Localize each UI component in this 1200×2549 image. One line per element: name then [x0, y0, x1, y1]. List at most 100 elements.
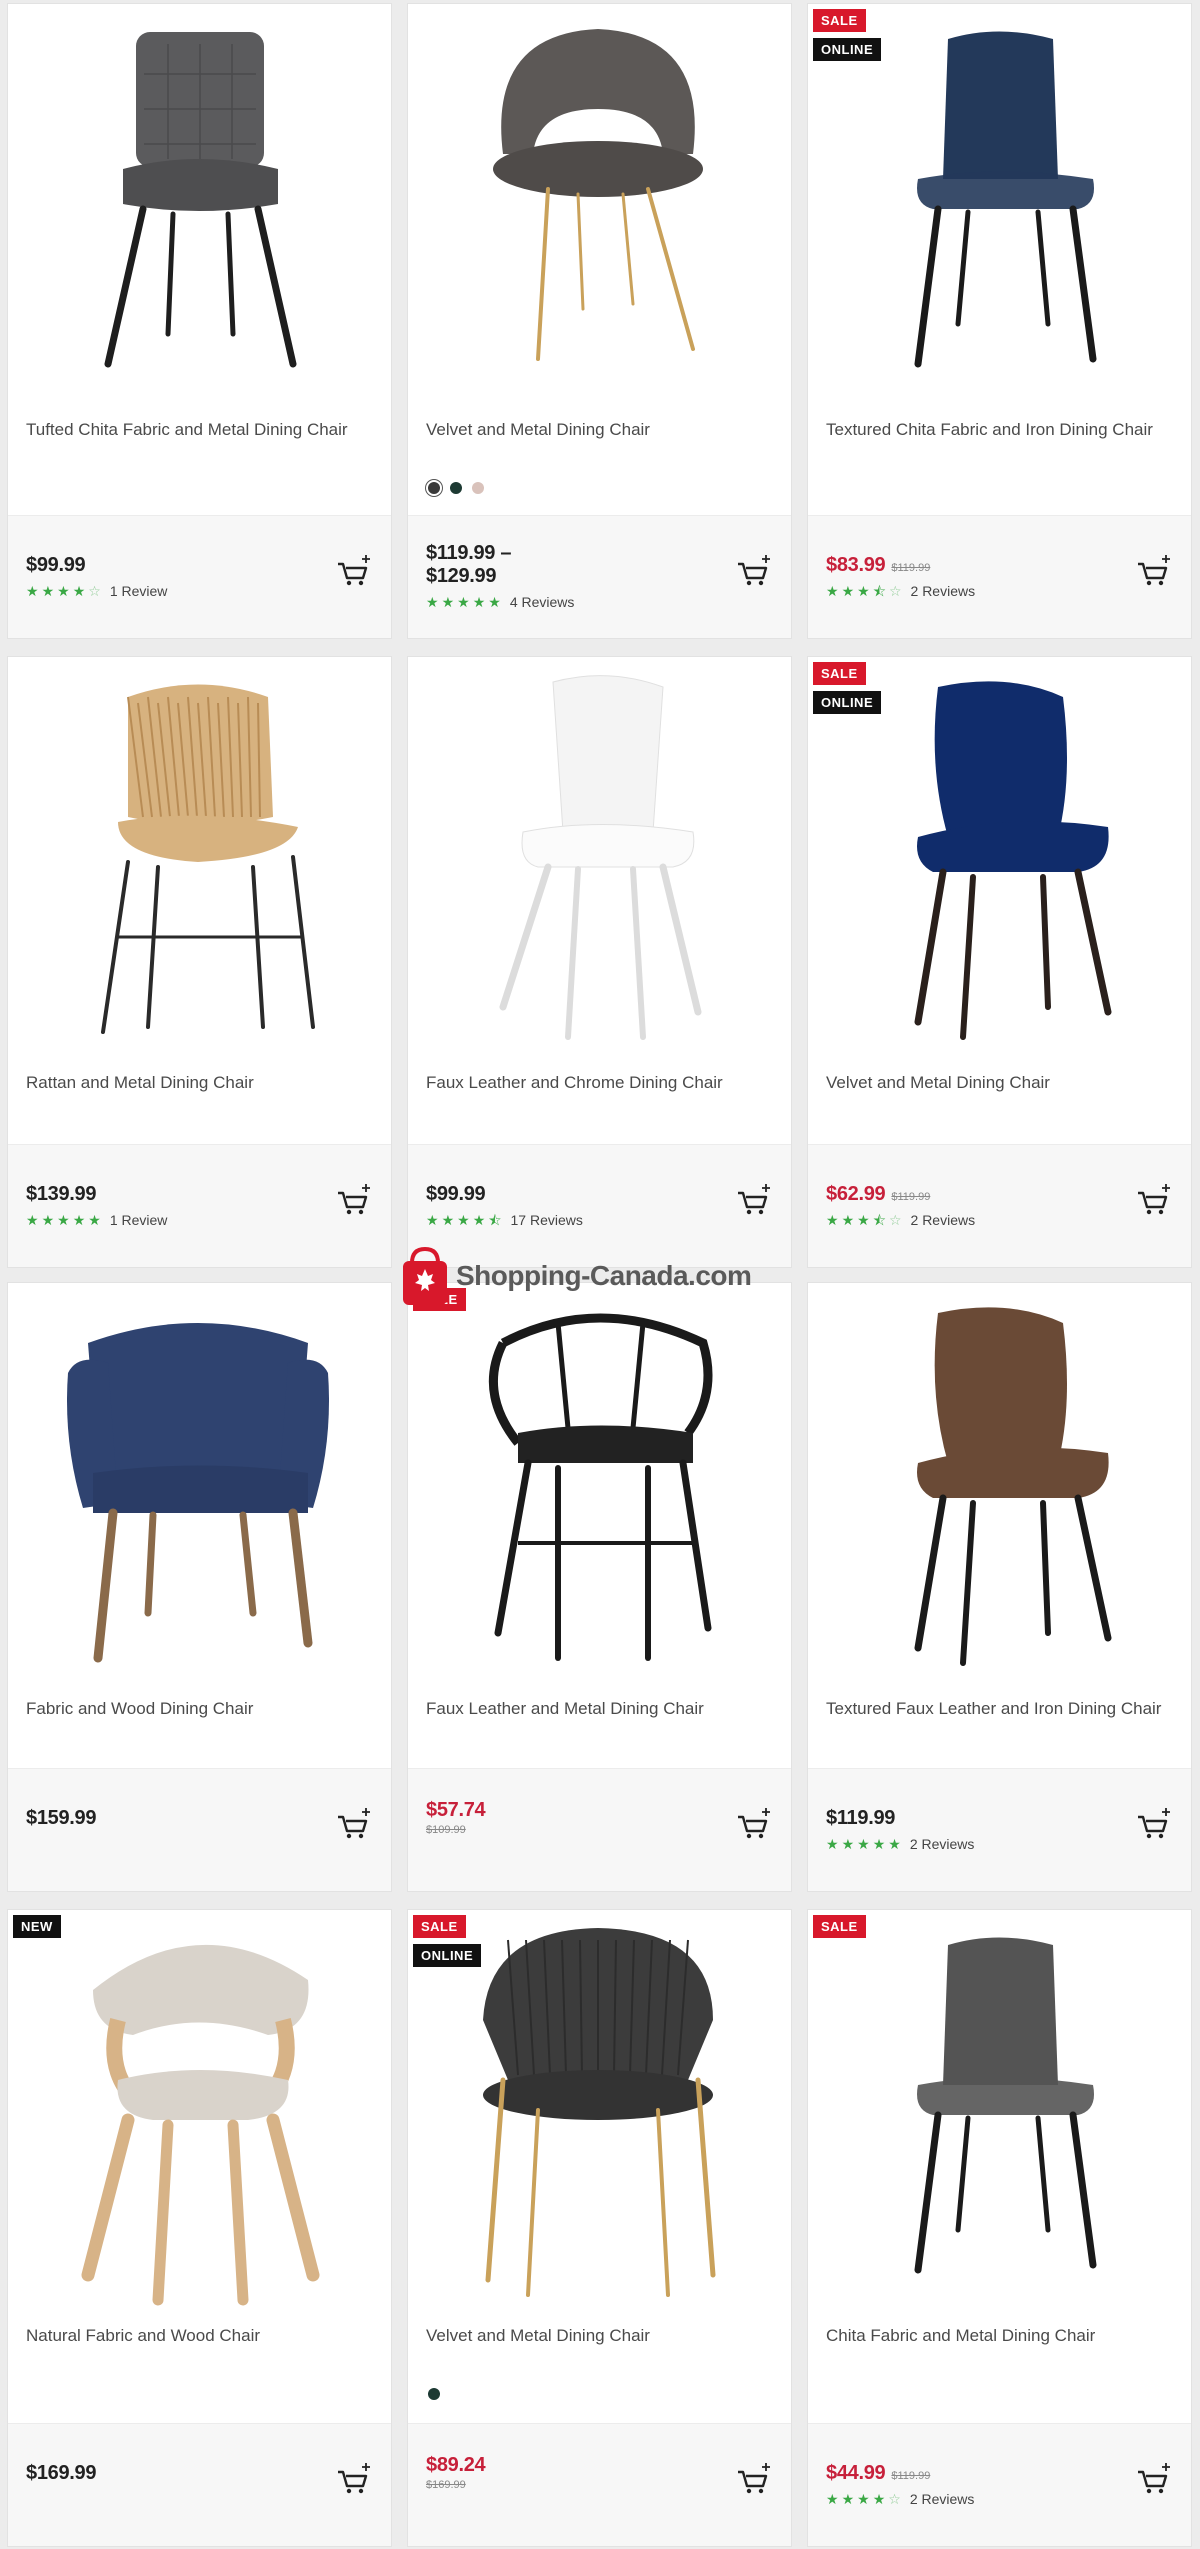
product-card[interactable]: Faux Leather and Chrome Dining Chair $99.… [408, 657, 791, 1267]
product-card[interactable]: Textured Faux Leather and Iron Dining Ch… [808, 1283, 1191, 1891]
add-to-cart-icon [338, 1808, 370, 1839]
add-to-cart-button[interactable] [1135, 2460, 1173, 2498]
star-rating[interactable]: ★ ★ ★ ★ ★ 1 Review [26, 1212, 167, 1228]
price-bar: $119.99 ★ ★ ★ ★ ★ 2 Reviews [808, 1768, 1191, 1891]
add-to-cart-button[interactable] [335, 1805, 373, 1843]
review-count: 2 Reviews [909, 1836, 975, 1852]
review-count: 4 Reviews [509, 594, 575, 610]
product-name-link[interactable]: Chita Fabric and Metal Dining Chair [826, 2324, 1171, 2347]
online-badge: ONLINE [813, 691, 882, 714]
sale-badge: SALE [813, 1915, 866, 1938]
add-to-cart-button[interactable] [1135, 552, 1173, 590]
price-bar: $57.74 $109.99 [408, 1768, 791, 1891]
star-rating[interactable]: ★ ★ ★ ★ ★ 4 Reviews [426, 594, 574, 610]
review-count: 1 Review [109, 1212, 168, 1228]
add-to-cart-button[interactable] [1135, 1181, 1173, 1219]
product-image[interactable] [8, 1283, 391, 1683]
product-card[interactable]: Fabric and Wood Dining Chair $159.99 [8, 1283, 391, 1891]
product-card[interactable]: Tufted Chita Fabric and Metal Dining Cha… [8, 4, 391, 638]
product-card[interactable]: Velvet and Metal Dining Chair $119.99 – $… [408, 4, 791, 638]
review-count: 1 Review [109, 583, 168, 599]
star-rating[interactable]: ★ ★ ★ ⯪ ☆ 2 Reviews [826, 1212, 975, 1228]
star-icon: ⯪ [488, 1212, 502, 1228]
badge-group: SALE ONLINE [813, 662, 882, 714]
star-icon: ★ [41, 1212, 55, 1228]
product-image[interactable] [808, 1283, 1191, 1683]
product-image[interactable] [808, 1910, 1191, 2310]
product-name-link[interactable]: Faux Leather and Chrome Dining Chair [426, 1071, 771, 1094]
star-rating[interactable]: ★ ★ ★ ★ ⯪ 17 Reviews [426, 1212, 583, 1228]
product-image[interactable] [408, 1910, 791, 2310]
watermark-text: Shopping-Canada.com [456, 1260, 752, 1291]
star-rating[interactable]: ★ ★ ★ ★ ☆ 2 Reviews [826, 2491, 974, 2507]
star-icon: ★ [72, 1212, 86, 1228]
add-to-cart-icon [1138, 1808, 1170, 1839]
add-to-cart-icon [338, 2463, 370, 2494]
product-name-link[interactable]: Textured Faux Leather and Iron Dining Ch… [826, 1697, 1171, 1720]
add-to-cart-button[interactable] [335, 1181, 373, 1219]
badge-group: SALE [813, 1915, 866, 1938]
star-icon: ★ [441, 594, 455, 610]
new-badge: NEW [13, 1915, 61, 1938]
star-rating[interactable]: ★ ★ ★ ⯪ ☆ 2 Reviews [826, 583, 975, 599]
add-to-cart-button[interactable] [735, 1805, 773, 1843]
star-icon: ★ [841, 583, 855, 599]
product-image[interactable] [808, 657, 1191, 1057]
add-to-cart-button[interactable] [335, 552, 373, 590]
add-to-cart-button[interactable] [735, 2460, 773, 2498]
product-name-link[interactable]: Velvet and Metal Dining Chair [426, 2324, 771, 2347]
product-image[interactable] [8, 657, 391, 1057]
product-name-link[interactable]: Faux Leather and Metal Dining Chair [426, 1697, 771, 1720]
product-image[interactable] [408, 657, 791, 1057]
star-icon: ★ [888, 1836, 901, 1852]
star-icon: ★ [57, 583, 70, 599]
star-icon: ★ [457, 1212, 470, 1228]
add-to-cart-icon [1138, 1184, 1170, 1215]
badge-group: SALE ONLINE [413, 1915, 482, 1967]
star-icon: ★ [857, 1836, 870, 1852]
review-count: 2 Reviews [910, 583, 976, 599]
original-price: $169.99 [426, 2479, 466, 2491]
price-bar: $159.99 [8, 1768, 391, 1891]
product-image[interactable] [808, 4, 1191, 404]
product-card[interactable]: NEW Natural Fabric and Wood Chair $169.99 [8, 1910, 391, 2546]
product-image[interactable] [408, 1283, 791, 1683]
product-name-link[interactable]: Velvet and Metal Dining Chair [826, 1071, 1171, 1094]
star-icon: ⯪ [872, 583, 886, 599]
product-card[interactable]: SALE ONLINE Velvet and Metal Dining Chair $… [808, 657, 1191, 1267]
product-card[interactable]: SALE Chita Fabric and Metal Dining Chair $… [808, 1910, 1191, 2546]
online-badge: ONLINE [813, 38, 882, 61]
price-bar: $89.24 $169.99 [408, 2423, 791, 2546]
color-swatch[interactable] [428, 482, 440, 494]
original-price: $109.99 [426, 1824, 466, 1836]
product-image[interactable] [408, 4, 791, 404]
color-swatch[interactable] [450, 482, 462, 494]
price-bar: $139.99 ★ ★ ★ ★ ★ 1 Review [8, 1144, 391, 1267]
star-icon: ☆ [888, 2491, 901, 2507]
product-name-link[interactable]: Fabric and Wood Dining Chair [26, 1697, 371, 1720]
badge-group: SALE ONLINE [813, 9, 882, 61]
product-image[interactable] [8, 4, 391, 404]
product-name-link[interactable]: Textured Chita Fabric and Iron Dining Ch… [826, 418, 1171, 441]
add-to-cart-button[interactable] [335, 2460, 373, 2498]
color-swatch[interactable] [428, 2388, 440, 2400]
color-swatch[interactable] [472, 482, 484, 494]
add-to-cart-button[interactable] [1135, 1805, 1173, 1843]
product-card[interactable]: SALEFaux Leather and Metal Dining Chair$… [408, 1283, 791, 1891]
star-icon: ★ [57, 1212, 70, 1228]
star-rating[interactable]: ★ ★ ★ ★ ☆ 1 Review [26, 583, 167, 599]
add-to-cart-button[interactable] [735, 552, 773, 590]
add-to-cart-button[interactable] [735, 1181, 773, 1219]
product-card[interactable]: SALE ONLINE Textured Chita Fabric and Iron… [808, 4, 1191, 638]
add-to-cart-icon [1138, 555, 1170, 586]
product-name-link[interactable]: Velvet and Metal Dining Chair [426, 418, 771, 441]
product-name-link[interactable]: Natural Fabric and Wood Chair [26, 2324, 371, 2347]
star-rating[interactable]: ★ ★ ★ ★ ★ 2 Reviews [826, 1836, 974, 1852]
price-block: $159.99 [26, 1807, 97, 1830]
product-name-link[interactable]: Tufted Chita Fabric and Metal Dining Cha… [26, 418, 371, 441]
product-card[interactable]: SALE ONLINE Velvet and Metal Dining Chair $… [408, 1910, 791, 2546]
product-card[interactable]: Rattan and Metal Dining Chair $139.99 ★ ★ ★ ★… [8, 657, 391, 1267]
add-to-cart-icon [1138, 2463, 1170, 2494]
product-name-link[interactable]: Rattan and Metal Dining Chair [26, 1071, 371, 1094]
product-image[interactable] [8, 1910, 391, 2310]
